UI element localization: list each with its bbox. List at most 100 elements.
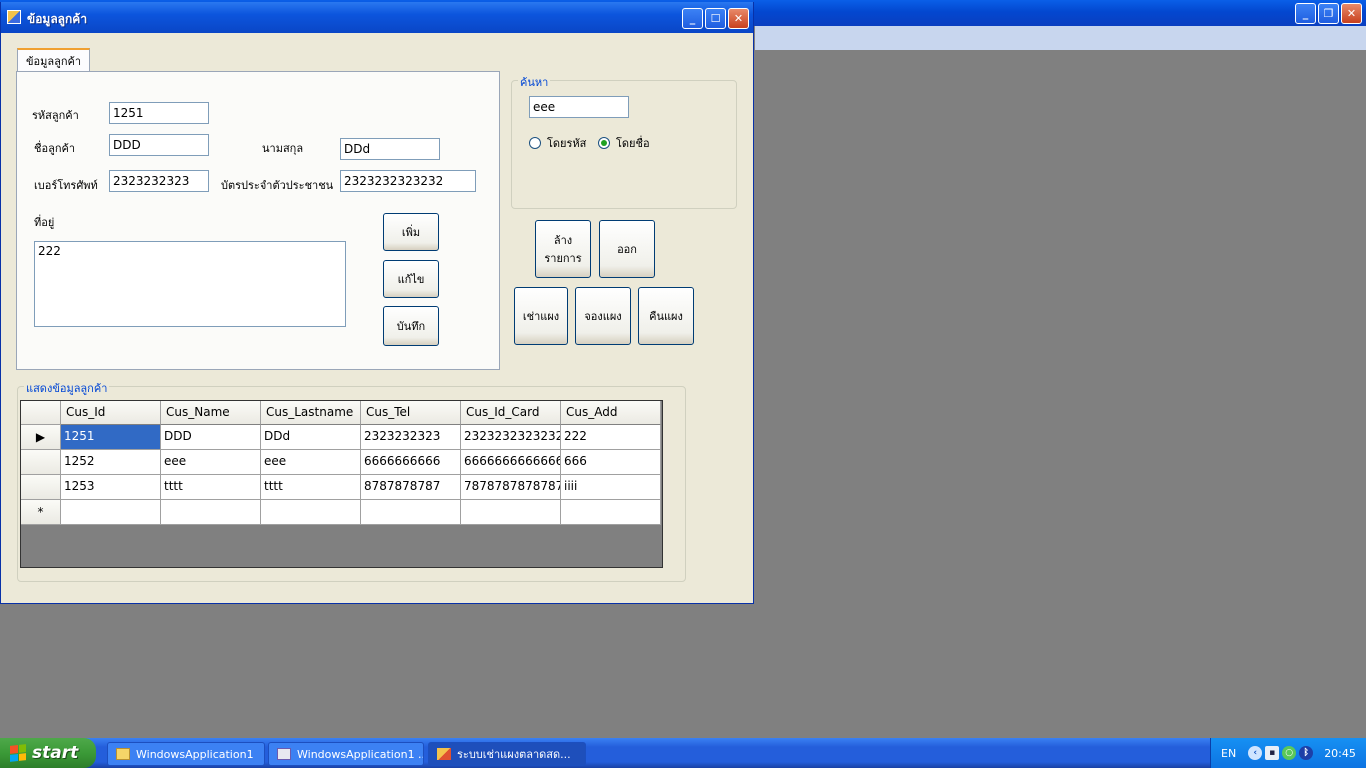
taskbar-item-app[interactable]: ระบบเช่าแผงตลาดสด...	[428, 742, 586, 766]
table-cell[interactable]: tttt	[261, 475, 361, 500]
clock: 20:45	[1324, 746, 1356, 760]
first-name-label: ชื่อลูกค้า	[34, 142, 76, 155]
table-cell[interactable]: 2323232323	[361, 425, 461, 450]
reserve-stall-button[interactable]: จองแผง	[575, 287, 631, 345]
last-name-label: นามสกุล	[262, 142, 304, 155]
form-window-controls: _ ☐ ✕	[682, 8, 749, 29]
table-cell[interactable]	[461, 500, 561, 525]
taskbar-item-visual-studio[interactable]: WindowsApplication1 ...	[268, 742, 424, 766]
customer-list-label: แสดงข้อมูลลูกค้า	[24, 379, 110, 397]
search-by-name-option[interactable]: โดยชื่อ	[598, 134, 650, 152]
table-cell[interactable]: 2323232323232	[461, 425, 561, 450]
search-input[interactable]	[529, 96, 629, 118]
language-indicator[interactable]: EN	[1221, 747, 1236, 760]
table-cell[interactable]	[361, 500, 461, 525]
column-header[interactable]: Cus_Tel	[361, 401, 461, 425]
parent-window-controls: _ ❐ ✕	[1295, 3, 1362, 24]
bluetooth-icon[interactable]: ᛒ	[1299, 746, 1314, 760]
parent-menu-strip	[755, 26, 1366, 50]
add-button[interactable]: เพิ่ม	[383, 213, 439, 251]
table-cell[interactable]: 6666666666	[361, 450, 461, 475]
column-header[interactable]: Cus_Id	[61, 401, 161, 425]
table-cell[interactable]: DDD	[161, 425, 261, 450]
form-maximize-button[interactable]: ☐	[705, 8, 726, 29]
form-close-button[interactable]: ✕	[728, 8, 749, 29]
edit-button[interactable]: แก้ไข	[383, 260, 439, 298]
table-cell[interactable]: eee	[261, 450, 361, 475]
start-label: start	[32, 743, 79, 763]
form-app-icon	[7, 10, 21, 24]
row-header-current[interactable]: ▶	[21, 425, 61, 450]
new-row-header[interactable]: *	[21, 500, 61, 525]
column-header[interactable]: Cus_Add	[561, 401, 661, 425]
parent-restore-button[interactable]: ❐	[1318, 3, 1339, 24]
phone-label: เบอร์โทรศัพท์	[34, 179, 98, 192]
phone-field[interactable]	[109, 170, 209, 192]
taskbar-item-label: ระบบเช่าแผงตลาดสด...	[457, 748, 571, 761]
table-cell[interactable]: eee	[161, 450, 261, 475]
table-cell[interactable]	[61, 500, 161, 525]
clear-button[interactable]: ล้าง รายการ	[535, 220, 591, 278]
form-title: ข้อมูลลูกค้า	[27, 12, 88, 26]
table-cell[interactable]	[161, 500, 261, 525]
network-icon[interactable]: ▪	[1265, 746, 1280, 760]
row-header[interactable]	[21, 450, 61, 475]
first-name-field[interactable]	[109, 134, 209, 156]
address-field[interactable]: 222	[34, 241, 346, 327]
start-button[interactable]: start	[0, 738, 96, 768]
column-header[interactable]: Cus_Id_Card	[461, 401, 561, 425]
search-group-label: ค้นหา	[518, 73, 551, 91]
grid-header-row: Cus_Id Cus_Name Cus_Lastname Cus_Tel Cus…	[21, 401, 661, 425]
table-cell[interactable]	[261, 500, 361, 525]
table-cell[interactable]: 7878787878787	[461, 475, 561, 500]
customer-info-panel: รหัสลูกค้า ชื่อลูกค้า นามสกุล เบอร์โทรศั…	[16, 71, 500, 370]
grid-corner-header	[21, 401, 61, 425]
address-label: ที่อยู่	[34, 216, 55, 229]
last-name-field[interactable]	[340, 138, 440, 160]
table-cell[interactable]: iiii	[561, 475, 661, 500]
parent-minimize-button[interactable]: _	[1295, 3, 1316, 24]
table-cell[interactable]: 8787878787	[361, 475, 461, 500]
taskbar-item-label: WindowsApplication1 ...	[297, 747, 424, 761]
table-cell[interactable]: tttt	[161, 475, 261, 500]
customer-id-label: รหัสลูกค้า	[32, 109, 79, 122]
tray-arrow-icon[interactable]: ‹	[1248, 746, 1263, 760]
parent-close-button[interactable]: ✕	[1341, 3, 1362, 24]
table-cell[interactable]: DDd	[261, 425, 361, 450]
rent-stall-button[interactable]: เช่าแผง	[514, 287, 568, 345]
search-by-id-radio[interactable]	[529, 137, 541, 149]
search-by-name-radio[interactable]	[598, 137, 610, 149]
exit-button[interactable]: ออก	[599, 220, 655, 278]
new-row[interactable]: *	[21, 500, 661, 525]
search-by-name-label: โดยชื่อ	[616, 137, 650, 150]
clear-button-line2: รายการ	[544, 252, 582, 265]
search-group: ค้นหา โดยรหัส โดยชื่อ	[511, 73, 737, 209]
search-by-id-option[interactable]: โดยรหัส	[529, 134, 586, 152]
save-button[interactable]: บันทึก	[383, 306, 439, 346]
form-minimize-button[interactable]: _	[682, 8, 703, 29]
table-cell[interactable]: 6666666666666	[461, 450, 561, 475]
table-cell[interactable]: 1252	[61, 450, 161, 475]
table-cell[interactable]: 1251	[61, 425, 161, 450]
column-header[interactable]: Cus_Name	[161, 401, 261, 425]
customer-id-field[interactable]	[109, 102, 209, 124]
table-cell[interactable]: 1253	[61, 475, 161, 500]
table-cell[interactable]: 222	[561, 425, 661, 450]
clear-button-line1: ล้าง	[553, 234, 573, 247]
tab-customer-info[interactable]: ข้อมูลลูกค้า	[17, 48, 91, 72]
column-header[interactable]: Cus_Lastname	[261, 401, 361, 425]
table-row[interactable]: ▶ 1251 DDD DDd 2323232323 2323232323232 …	[21, 425, 661, 450]
system-tray: EN ‹ ▪ ○ ᛒ 20:45	[1210, 738, 1366, 768]
status-icon[interactable]: ○	[1282, 746, 1297, 760]
table-cell[interactable]: 666	[561, 450, 661, 475]
table-row[interactable]: 1253 tttt tttt 8787878787 7878787878787 …	[21, 475, 661, 500]
table-row[interactable]: 1252 eee eee 6666666666 6666666666666 66…	[21, 450, 661, 475]
id-card-label: บัตรประจำตัวประชาชน	[221, 179, 334, 192]
customer-data-grid[interactable]: Cus_Id Cus_Name Cus_Lastname Cus_Tel Cus…	[20, 400, 663, 568]
row-header[interactable]	[21, 475, 61, 500]
table-cell[interactable]	[561, 500, 661, 525]
folder-icon	[116, 748, 130, 760]
id-card-field[interactable]	[340, 170, 476, 192]
taskbar-item-folder[interactable]: WindowsApplication1	[107, 742, 265, 766]
return-stall-button[interactable]: คืนแผง	[638, 287, 694, 345]
